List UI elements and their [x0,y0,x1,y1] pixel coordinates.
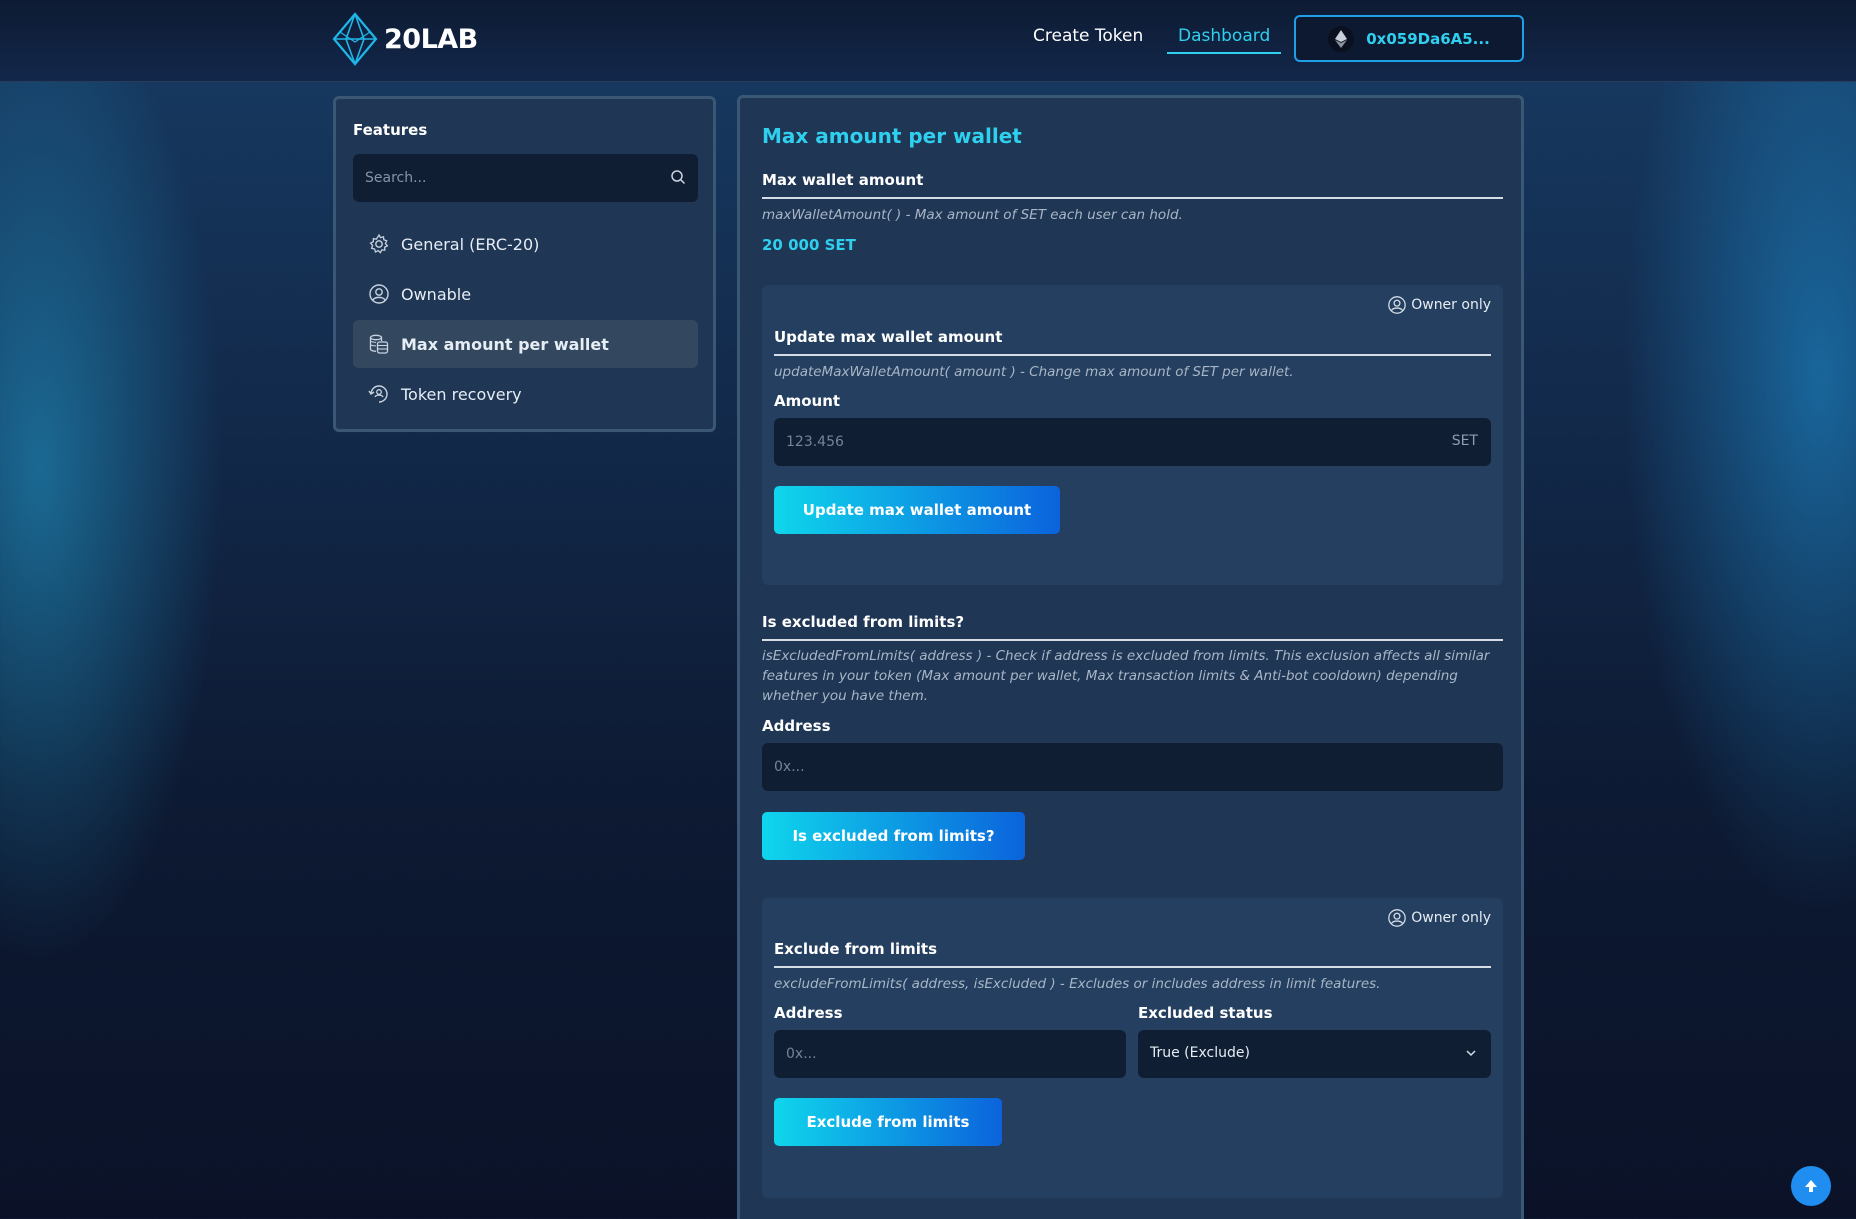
owner-only-label: Owner only [1411,910,1491,926]
owner-only-badge: Owner only [1387,908,1491,928]
coins-stack-icon [369,334,389,354]
sidebar-item-token-recovery[interactable]: Token recovery [353,370,698,418]
update-max-wallet-button[interactable]: Update max wallet amount [774,486,1060,534]
user-circle-icon [1388,909,1407,927]
user-circle-icon [369,284,389,304]
exclude-address-field [774,1030,1126,1078]
nav-dashboard[interactable]: Dashboard [1167,26,1282,54]
sidebar-item-label: Max amount per wallet [401,334,609,354]
arrow-up-icon [1805,1180,1817,1192]
gear-icon [369,233,389,254]
exclude-address-input[interactable] [774,1030,1126,1078]
is-excluded-button[interactable]: Is excluded from limits? [762,812,1025,860]
amount-unit: SET [1451,433,1478,449]
amount-field: SET [774,418,1491,466]
update-max-wallet-heading: Update max wallet amount [774,328,1491,356]
scroll-to-top-button[interactable] [1791,1166,1831,1206]
user-circle-icon [1388,296,1407,314]
excluded-status-value: True (Exclude) [1150,1045,1250,1061]
excluded-status-select[interactable]: True (Exclude) [1138,1030,1491,1078]
excluded-status-label: Excluded status [1138,1004,1273,1022]
sidebar-item-label: Ownable [401,284,472,304]
top-header: 20LAB Create Token Dashboard 0x059Da6A5.… [0,0,1856,82]
sidebar-item-general[interactable]: General (ERC-20) [353,220,698,268]
sidebar-title: Features [353,121,428,139]
exclude-from-limits-button[interactable]: Exclude from limits [774,1098,1002,1146]
recovery-icon [368,385,388,403]
logo[interactable]: 20LAB [332,12,478,66]
sidebar-item-label: General (ERC-20) [401,234,540,254]
update-max-wallet-card: Owner only Update max wallet amount upda… [762,285,1503,585]
amount-input[interactable] [774,418,1491,466]
ethereum-icon [1328,25,1355,52]
chevron-down-icon [1466,1050,1476,1057]
logo-text: 20LAB [384,23,478,55]
owner-only-badge: Owner only [1387,295,1491,315]
exclude-heading: Exclude from limits [774,940,1491,968]
page-title: Max amount per wallet [762,124,1022,148]
is-excluded-heading: Is excluded from limits? [762,613,1503,641]
address-label: Address [762,717,831,735]
exclude-from-limits-card: Owner only Exclude from limits excludeFr… [762,898,1503,1198]
feature-search [353,154,698,202]
sidebar-item-label: Token recovery [401,384,522,404]
is-excluded-description: isExcludedFromLimits( address ) - Check … [762,648,1490,704]
wallet-address: 0x059Da6A5... [1366,29,1490,48]
wallet-button[interactable]: 0x059Da6A5... [1294,15,1524,62]
nav-create-token[interactable]: Create Token [1033,26,1143,46]
sidebar-item-ownable[interactable]: Ownable [353,270,698,318]
amount-label: Amount [774,392,841,410]
sidebar-item-max-amount-per-wallet[interactable]: Max amount per wallet [353,320,698,368]
address-field [762,743,1503,791]
feature-panel: Max amount per wallet Max wallet amount … [737,95,1524,1219]
exclude-address-label: Address [774,1004,843,1022]
update-max-wallet-description: updateMaxWalletAmount( amount ) - Change… [774,364,1294,380]
address-input[interactable] [762,743,1503,791]
search-input[interactable] [353,154,698,202]
max-wallet-description: maxWalletAmount( ) - Max amount of SET e… [762,207,1183,223]
max-wallet-value: 20 000 SET [762,236,856,254]
exclude-description: excludeFromLimits( address, isExcluded )… [774,976,1381,992]
max-wallet-heading: Max wallet amount [762,171,1503,199]
search-icon[interactable] [670,169,686,185]
owner-only-label: Owner only [1411,297,1491,313]
features-sidebar: Features General (ERC-20) Ownable [333,96,716,432]
logo-diamond-icon [332,12,378,66]
